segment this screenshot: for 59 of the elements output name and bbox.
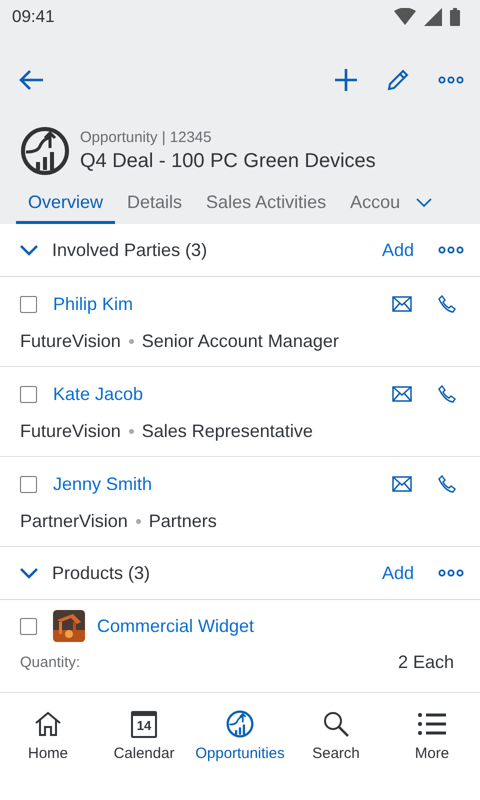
envelope-icon[interactable] — [392, 386, 412, 402]
tab[interactable]: Sales Activities — [194, 192, 338, 224]
nav-item[interactable]: Home — [0, 709, 96, 762]
separator-dot — [128, 339, 134, 344]
object-type: Opportunity | 12345 — [80, 129, 212, 146]
pencil-icon[interactable] — [386, 68, 410, 92]
nav-item[interactable]: More — [384, 709, 480, 762]
search-icon — [323, 711, 349, 737]
envelope-icon[interactable] — [392, 296, 412, 312]
opportunity-icon — [20, 126, 70, 176]
more-icon[interactable] — [438, 569, 464, 577]
phone-icon[interactable] — [438, 475, 456, 493]
status-time: 09:41 — [12, 7, 55, 27]
checkbox[interactable] — [20, 296, 37, 312]
company-name: FutureVision — [20, 331, 121, 352]
envelope-icon[interactable] — [392, 476, 412, 492]
tab[interactable]: Overview — [16, 192, 116, 224]
wifi-icon — [394, 8, 416, 26]
nav-item[interactable]: 14 Calendar — [96, 709, 192, 762]
role-text: Partners — [148, 511, 217, 532]
nav-item[interactable]: Opportunities — [192, 709, 288, 762]
calendar-icon: 14 — [131, 710, 157, 738]
item-name-link[interactable]: Jenny Smith — [53, 474, 380, 494]
back-arrow-icon[interactable] — [18, 69, 44, 91]
role-text: Sales Representative — [142, 421, 313, 442]
phone-icon[interactable] — [438, 385, 456, 403]
chevron-icon[interactable] — [20, 244, 38, 256]
menu-icon — [418, 712, 446, 736]
opportunity-title: Q4 Deal - 100 PC Green Devices — [80, 150, 376, 173]
checkbox[interactable] — [20, 386, 37, 402]
tab[interactable]: Details — [115, 192, 194, 224]
item-name-link[interactable]: Commercial Widget — [97, 616, 456, 636]
add-button[interactable]: Add — [372, 562, 424, 584]
checkbox[interactable] — [20, 476, 37, 492]
phone-icon[interactable] — [438, 295, 456, 313]
opportunity-icon — [226, 710, 254, 738]
checkbox[interactable] — [20, 618, 37, 634]
separator-dot — [128, 429, 134, 434]
tab[interactable]: Accou — [338, 192, 412, 224]
separator-dot — [136, 519, 141, 524]
field-value: 2 Each — [398, 652, 454, 673]
more-icon[interactable] — [438, 246, 464, 254]
nav-item[interactable]: Search — [288, 709, 384, 762]
section-title: Involved Parties (3) — [52, 240, 208, 260]
company-name: PartnerVision — [20, 511, 128, 532]
signal-icon — [424, 8, 442, 26]
company-name: FutureVision — [20, 421, 121, 442]
role-text: Senior Account Manager — [142, 331, 339, 352]
chevron-icon[interactable] — [20, 567, 38, 579]
more-icon[interactable] — [438, 76, 464, 84]
plus-icon[interactable] — [334, 68, 358, 92]
chevron-down-icon[interactable] — [416, 198, 432, 208]
item-name-link[interactable]: Kate Jacob — [53, 384, 380, 404]
battery-icon — [450, 8, 460, 26]
home-icon — [34, 711, 62, 737]
section-title: Products (3) — [52, 562, 152, 584]
add-button[interactable]: Add — [372, 240, 424, 260]
item-name-link[interactable]: Philip Kim — [53, 294, 380, 314]
field-label: Quantity: — [20, 654, 80, 671]
